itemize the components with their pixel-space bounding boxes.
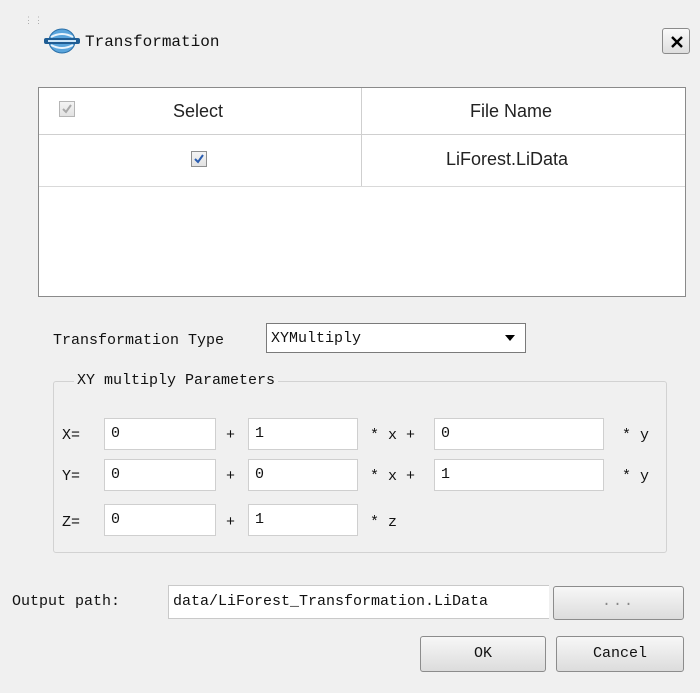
y-times-y-label: * y	[622, 468, 650, 485]
transformation-type-value: XYMultiply	[271, 330, 362, 347]
row-select-cell	[39, 134, 362, 186]
ok-button[interactable]: OK	[420, 636, 546, 672]
dropdown-arrow-icon	[505, 335, 515, 341]
parameters-group-title: XY multiply Parameters	[74, 372, 279, 389]
row-file-name-cell: LiForest.LiData	[362, 134, 685, 186]
x-plus-label: +	[226, 427, 236, 444]
y-coef-y-input[interactable]: 1	[434, 459, 604, 491]
column-header-file-name[interactable]: File Name	[362, 88, 685, 134]
z-label: Z=	[62, 514, 81, 531]
x-coef-x-input[interactable]: 1	[248, 418, 358, 450]
cancel-button[interactable]: Cancel	[556, 636, 684, 672]
row-checkbox[interactable]	[191, 151, 207, 167]
file-name-header-label: File Name	[470, 101, 553, 121]
z-plus-label: +	[226, 514, 236, 531]
y-plus-label: +	[226, 468, 236, 485]
x-times-x-plus-label: * x +	[370, 427, 416, 444]
lidar-globe-logo	[42, 27, 82, 55]
x-times-y-label: * y	[622, 427, 650, 444]
z-coef-z-input[interactable]: 1	[248, 504, 358, 536]
close-icon	[671, 36, 683, 48]
transformation-type-label: Transformation Type	[53, 332, 225, 349]
x-label: X=	[62, 427, 81, 444]
browse-button[interactable]: ...	[553, 586, 684, 620]
table-header: Select File Name	[39, 88, 685, 135]
select-all-checkbox[interactable]	[59, 101, 75, 117]
window-title: Transformation	[85, 33, 220, 51]
file-table: Select File Name LiForest.LiData	[38, 87, 686, 297]
select-header-label: Select	[173, 101, 224, 121]
close-button[interactable]	[662, 28, 690, 54]
x-coef-y-input[interactable]: 0	[434, 418, 604, 450]
table-row[interactable]: LiForest.LiData	[39, 134, 685, 187]
y-times-x-plus-label: * x +	[370, 468, 416, 485]
output-path-input[interactable]: data/LiForest_Transformation.LiData	[168, 585, 549, 619]
y-constant-input[interactable]: 0	[104, 459, 216, 491]
transformation-type-select[interactable]: XYMultiply	[266, 323, 526, 353]
drag-grip-icon[interactable]: ⋮⋮	[24, 17, 43, 30]
title-bar: ⋮⋮ Transformation	[0, 0, 700, 80]
z-times-z-label: * z	[370, 514, 398, 531]
z-constant-input[interactable]: 0	[104, 504, 216, 536]
y-label: Y=	[62, 468, 81, 485]
row-file-name: LiForest.LiData	[446, 149, 569, 169]
output-path-label: Output path:	[12, 593, 121, 610]
column-header-select[interactable]: Select	[39, 88, 362, 134]
x-constant-input[interactable]: 0	[104, 418, 216, 450]
y-coef-x-input[interactable]: 0	[248, 459, 358, 491]
